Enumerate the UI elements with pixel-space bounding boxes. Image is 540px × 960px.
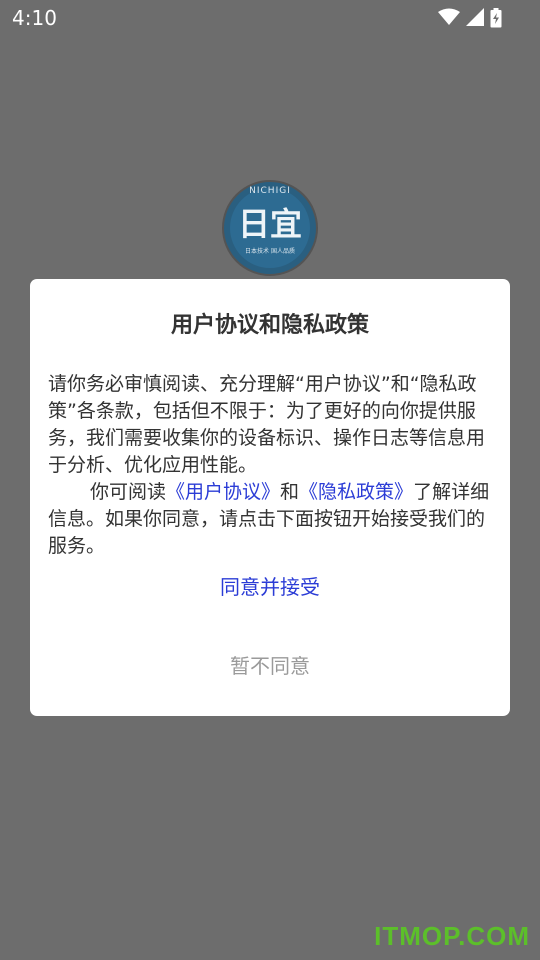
- battery-icon: [490, 8, 502, 28]
- dialog-paragraph-2: 你可阅读《用户协议》和《隐私政策》了解详细信息。如果你同意，请点击下面按钮开始接…: [48, 479, 494, 560]
- disagree-button[interactable]: 暂不同意: [170, 648, 370, 684]
- privacy-dialog: 用户协议和隐私政策 请你务必审慎阅读、充分理解“用户协议”和“隐私政策”各条款，…: [30, 279, 510, 716]
- logo-sub-text: 日本技术 国人品质: [245, 248, 295, 255]
- paragraph-2-prefix: 你可阅读: [90, 481, 167, 503]
- logo-ring-text: NICHIGI: [249, 186, 291, 196]
- and-text: 和: [280, 481, 300, 503]
- dialog-title: 用户协议和隐私政策: [170, 313, 369, 338]
- dialog-paragraph-1: 请你务必审慎阅读、充分理解“用户协议”和“隐私政策”各条款，包括但不限于：为了更…: [48, 373, 486, 476]
- status-bar: 4:10: [0, 0, 540, 36]
- dialog-body: 请你务必审慎阅读、充分理解“用户协议”和“隐私政策”各条款，包括但不限于：为了更…: [48, 371, 494, 560]
- privacy-policy-link[interactable]: 《隐私政策》: [299, 481, 413, 503]
- signal-icon: [466, 8, 484, 26]
- status-time: 4:10: [12, 6, 57, 30]
- wifi-icon: [438, 8, 460, 25]
- logo-main-text: 日宜: [237, 205, 302, 243]
- app-logo: NICHIGI 日宜 日本技术 国人品质: [222, 180, 318, 276]
- agree-button[interactable]: 同意并接受: [170, 569, 370, 605]
- user-agreement-link[interactable]: 《用户协议》: [166, 481, 280, 503]
- watermark: ITMOP.COM: [374, 921, 530, 951]
